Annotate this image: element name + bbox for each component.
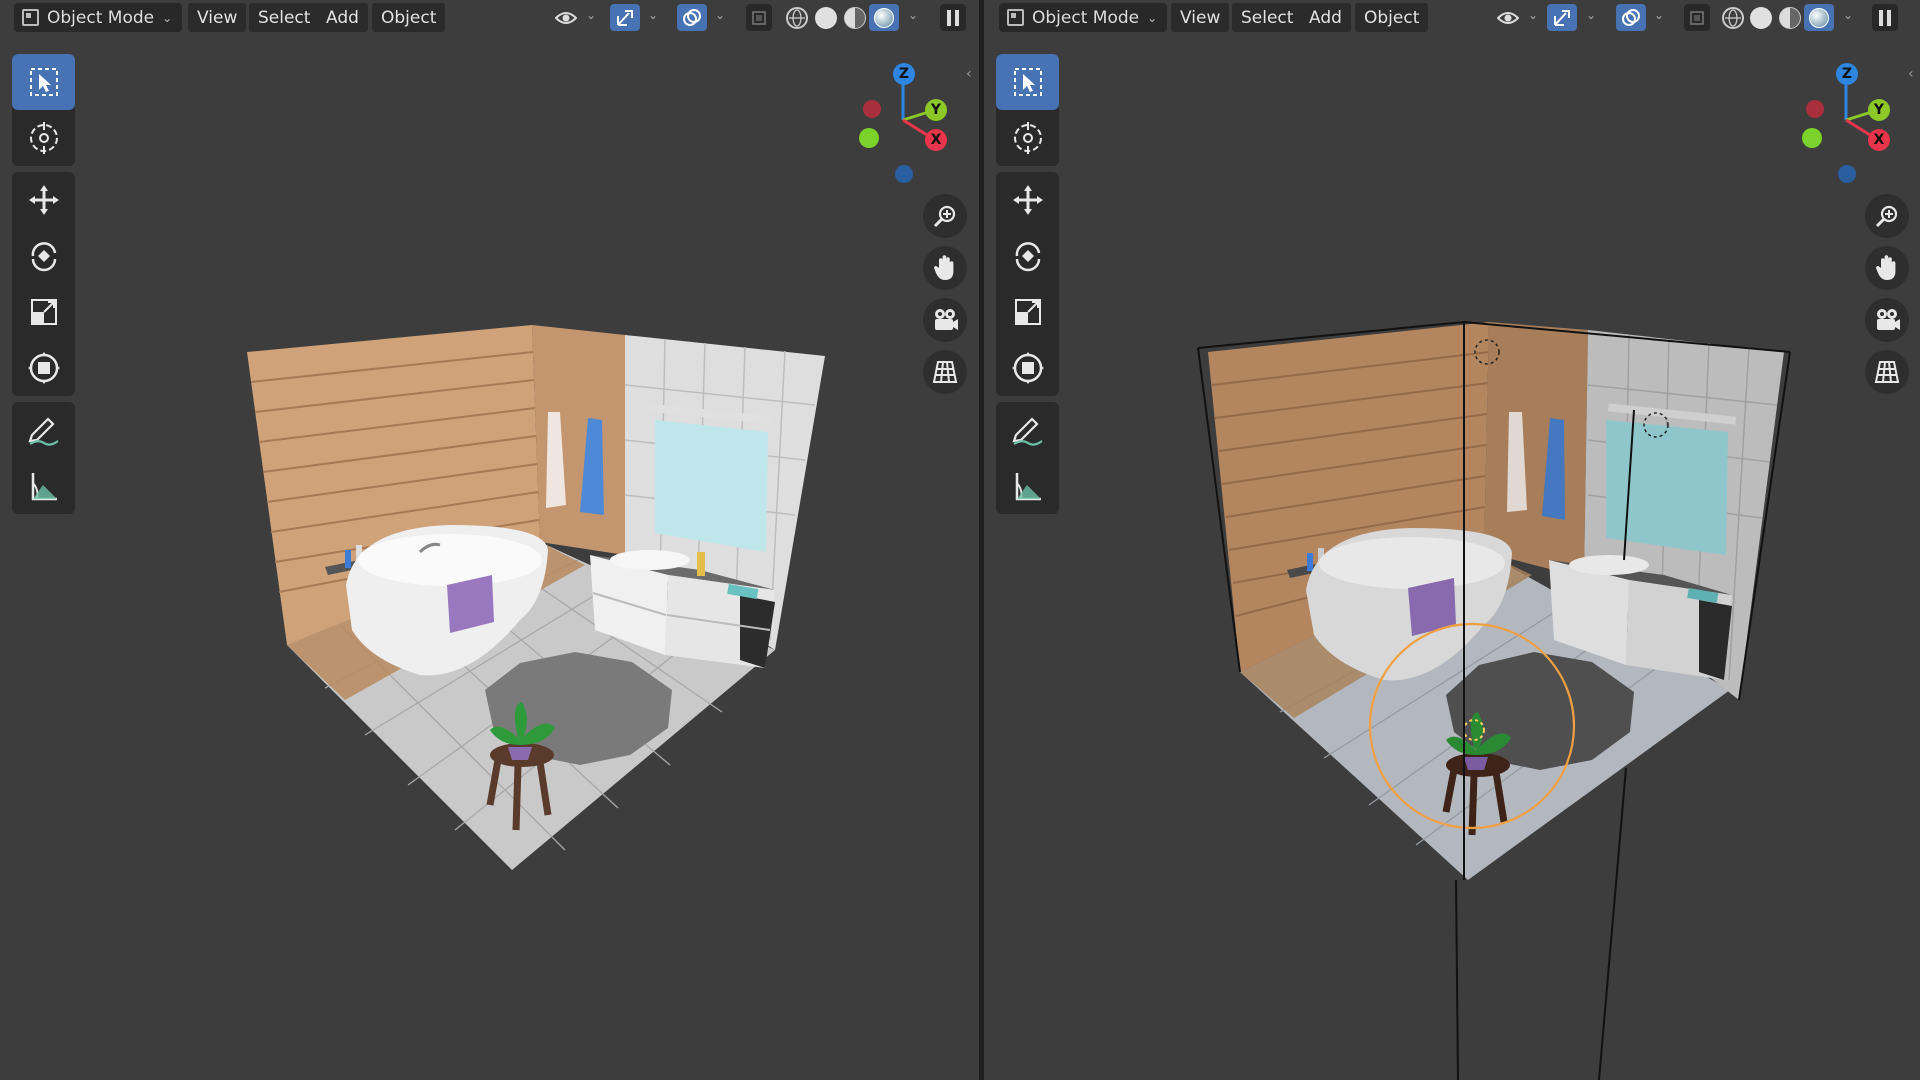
- bathroom-scene-render: [247, 325, 825, 870]
- viewport-right[interactable]: Object Mode ⌄ View Select Add Object ⌄ ⌄…: [984, 0, 1920, 1080]
- bathroom-scene-viewport: [1197, 320, 1791, 1080]
- viewport-left[interactable]: Object Mode ⌄ View Select Add Object ⌄ ⌄…: [0, 0, 979, 1080]
